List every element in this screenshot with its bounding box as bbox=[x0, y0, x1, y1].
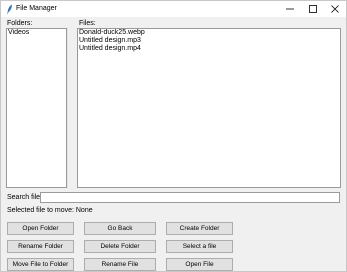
folders-listbox[interactable]: Videos bbox=[6, 28, 67, 188]
maximize-icon bbox=[309, 5, 317, 13]
files-listbox[interactable]: Donald-duck25.webp Untitled design.mp3 U… bbox=[77, 28, 341, 188]
select-file-button[interactable]: Select a file bbox=[166, 240, 233, 253]
close-icon bbox=[331, 5, 339, 13]
maximize-button[interactable] bbox=[302, 1, 324, 17]
window-title: File Manager bbox=[16, 5, 57, 12]
create-folder-button[interactable]: Create Folder bbox=[166, 222, 233, 235]
open-file-button[interactable]: Open File bbox=[166, 258, 233, 271]
file-item[interactable]: Untitled design.mp4 bbox=[78, 45, 340, 53]
search-input[interactable] bbox=[40, 192, 340, 203]
delete-folder-button[interactable]: Delete Folder bbox=[84, 240, 156, 253]
file-item[interactable]: Donald-duck25.webp bbox=[78, 29, 340, 37]
folders-label: Folders: bbox=[7, 20, 33, 27]
rename-file-button[interactable]: Rename File bbox=[84, 258, 156, 271]
minimize-icon bbox=[286, 8, 294, 10]
move-file-button[interactable]: Move File to Folder bbox=[7, 258, 74, 271]
title-bar[interactable]: File Manager bbox=[1, 1, 346, 17]
close-button[interactable] bbox=[324, 1, 346, 17]
feather-icon bbox=[7, 4, 12, 14]
folders-scrollbar[interactable] bbox=[67, 28, 76, 188]
search-label: Search file: bbox=[7, 194, 43, 201]
folder-item[interactable]: Videos bbox=[7, 29, 66, 37]
rename-folder-button[interactable]: Rename Folder bbox=[7, 240, 74, 253]
selected-file-status: Selected file to move: None bbox=[7, 207, 93, 214]
go-back-button[interactable]: Go Back bbox=[84, 222, 156, 235]
files-label: Files: bbox=[79, 20, 96, 27]
file-manager-window: File Manager Folders: Files: Videos Dona… bbox=[0, 0, 347, 272]
minimize-button[interactable] bbox=[279, 1, 301, 17]
open-folder-button[interactable]: Open Folder bbox=[7, 222, 74, 235]
file-item[interactable]: Untitled design.mp3 bbox=[78, 37, 340, 45]
